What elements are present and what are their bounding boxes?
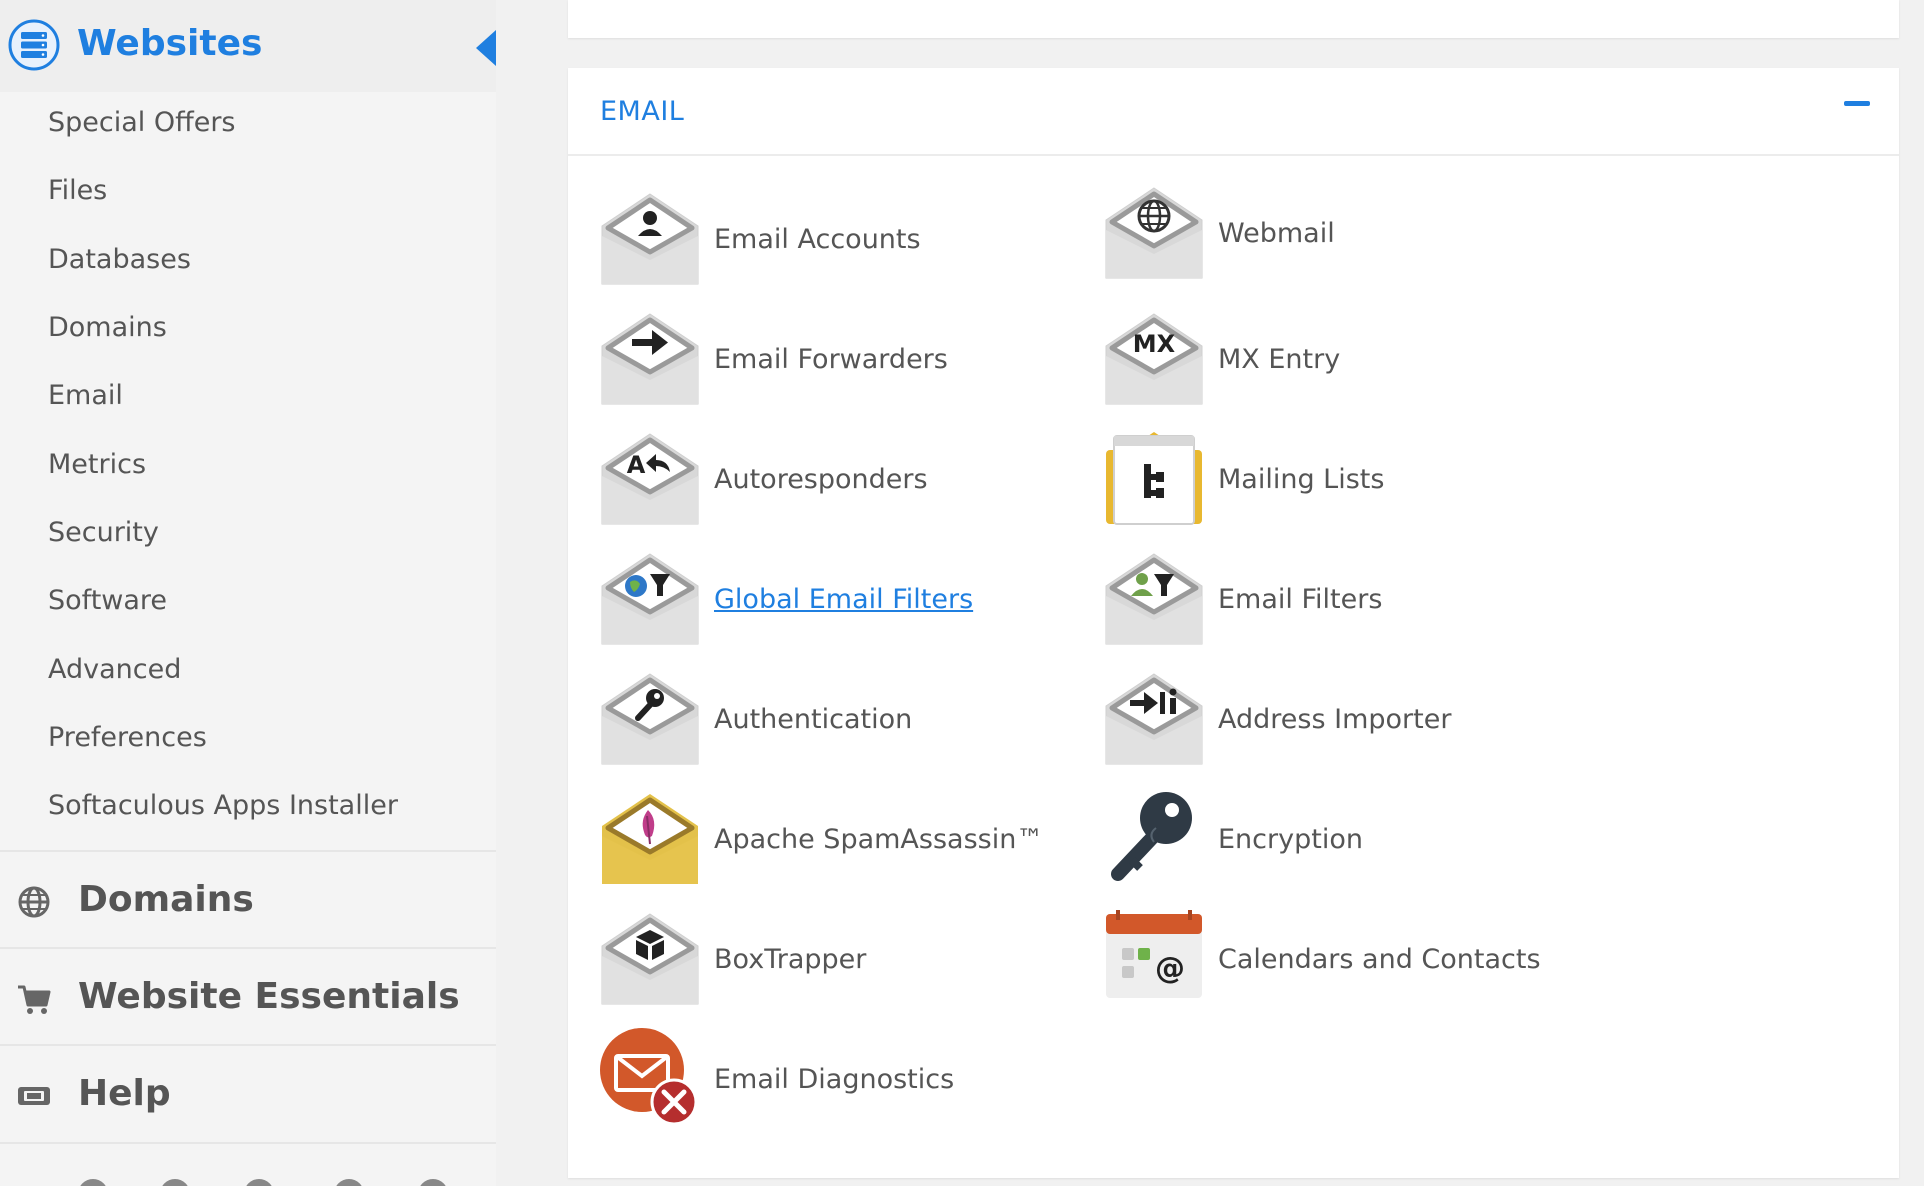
sidebar-menu: Special Offers Files Databases Domains E… [0, 92, 496, 850]
calendar-icon: @ [1106, 910, 1202, 998]
sidebar-section-label: Help [78, 1073, 171, 1114]
email-panel-header[interactable]: EMAIL [568, 68, 1899, 156]
tool-email-accounts[interactable]: Email Accounts [600, 188, 1060, 292]
sidebar-item-security[interactable]: Security [48, 513, 159, 553]
tool-label: Email Accounts [714, 224, 921, 255]
tool-encryption[interactable]: Encryption [1104, 788, 1524, 892]
sidebar-item-special-offers[interactable]: Special Offers [48, 103, 236, 143]
tool-label: Calendars and Contacts [1218, 944, 1541, 975]
email-forwarders-icon [600, 308, 700, 408]
email-diagnostics-icon [600, 1028, 698, 1126]
tool-label: BoxTrapper [714, 944, 867, 975]
mailing-lists-icon [1106, 432, 1202, 525]
address-importer-icon [1104, 668, 1204, 768]
tool-label-link[interactable]: Global Email Filters [714, 580, 973, 620]
tool-address-importer[interactable]: Address Importer [1104, 668, 1524, 772]
sidebar-item-software[interactable]: Software [48, 581, 167, 621]
sidebar: Websites Special Offers Files Databases … [0, 0, 496, 1186]
sidebar-section-label: Website Essentials [78, 976, 460, 1017]
minus-icon[interactable] [1844, 101, 1870, 106]
email-accounts-icon [600, 188, 700, 288]
youtube-icon[interactable] [244, 1179, 274, 1186]
tool-webmail[interactable]: Webmail [1104, 182, 1524, 286]
tool-label: MX Entry [1218, 344, 1341, 375]
tool-label: Email Diagnostics [714, 1064, 955, 1095]
sidebar-item-email[interactable]: Email [48, 376, 123, 416]
autoresponders-icon: A [600, 428, 700, 528]
tool-authentication[interactable]: Authentication [600, 668, 1060, 772]
sidebar-item-files[interactable]: Files [48, 171, 107, 211]
tool-label: Email Filters [1218, 584, 1383, 615]
sidebar-section-website-essentials[interactable]: Website Essentials [0, 947, 496, 1045]
encryption-key-icon [1111, 792, 1192, 881]
sidebar-item-databases[interactable]: Databases [48, 240, 191, 280]
tool-email-filters[interactable]: Email Filters [1104, 548, 1524, 652]
webmail-globe-icon [1104, 182, 1204, 282]
sidebar-footer [0, 1142, 496, 1186]
twitter-icon[interactable] [160, 1179, 190, 1186]
tool-label: Mailing Lists [1218, 464, 1385, 495]
tool-autoresponders[interactable]: A Autoresponders [600, 428, 1060, 532]
sidebar-header: Websites [0, 0, 496, 92]
tool-boxtrapper[interactable]: BoxTrapper [600, 908, 1060, 1012]
tool-mx-entry[interactable]: MX MX Entry [1104, 308, 1524, 412]
sidebar-section-help[interactable]: Help [0, 1044, 496, 1142]
sidebar-section-label: Domains [78, 879, 254, 920]
tool-global-email-filters[interactable]: Global Email Filters [600, 548, 1060, 652]
mx-entry-icon: MX [1104, 308, 1204, 408]
svg-text:MX: MX [1133, 330, 1176, 358]
authentication-key-icon [600, 668, 700, 768]
sidebar-section-domains[interactable]: Domains [0, 850, 496, 948]
boxtrapper-icon [600, 908, 700, 1008]
tool-label: Apache SpamAssassin™ [714, 824, 1044, 855]
tool-label: Encryption [1218, 824, 1363, 855]
previous-panel [568, 0, 1899, 38]
sidebar-item-advanced[interactable]: Advanced [48, 650, 181, 690]
global-email-filters-icon [600, 548, 700, 648]
sidebar-item-metrics[interactable]: Metrics [48, 445, 146, 485]
sidebar-item-domains[interactable]: Domains [48, 308, 167, 348]
tool-email-forwarders[interactable]: Email Forwarders [600, 308, 1060, 412]
svg-text:@: @ [1155, 951, 1185, 986]
tool-label: Webmail [1218, 218, 1335, 249]
triangle-left-icon[interactable] [474, 28, 496, 68]
email-filters-icon [1104, 548, 1204, 648]
tool-email-diagnostics[interactable]: Email Diagnostics [600, 1028, 1060, 1132]
tool-label: Address Importer [1218, 704, 1452, 735]
sidebar-title: Websites [77, 23, 263, 64]
sidebar-item-softaculous[interactable]: Softaculous Apps Installer [48, 786, 398, 826]
pinterest-icon[interactable] [418, 1179, 448, 1186]
sidebar-item-preferences[interactable]: Preferences [48, 718, 207, 758]
tool-calendars-contacts[interactable]: @ Calendars and Contacts [1104, 908, 1564, 1012]
facebook-icon[interactable] [78, 1179, 108, 1186]
email-panel: EMAIL Email Accounts Webmail Email Forwa… [568, 68, 1899, 1178]
linkedin-icon[interactable] [334, 1179, 364, 1186]
tool-label: Autoresponders [714, 464, 928, 495]
tool-label: Authentication [714, 704, 913, 735]
server-icon [8, 19, 60, 71]
spamassassin-feather-icon [602, 794, 698, 884]
panel-title: EMAIL [600, 96, 685, 127]
cart-icon [18, 985, 51, 1014]
ticket-icon [18, 1087, 50, 1105]
tool-label: Email Forwarders [714, 344, 948, 375]
tool-mailing-lists[interactable]: Mailing Lists [1104, 428, 1524, 532]
svg-text:A: A [627, 451, 646, 479]
globe-icon [18, 886, 50, 918]
tool-spamassassin[interactable]: Apache SpamAssassin™ [600, 788, 1080, 892]
